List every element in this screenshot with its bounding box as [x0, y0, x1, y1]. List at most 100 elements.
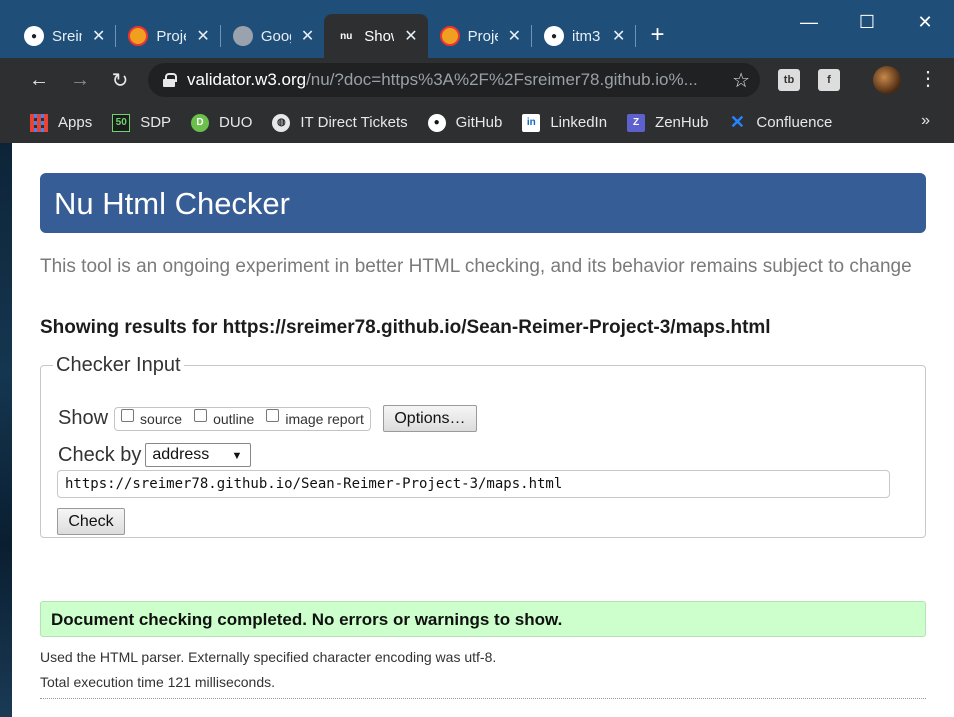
bookmark-sdp[interactable]: 50 SDP: [112, 113, 172, 132]
show-options-group: source outline image report: [114, 406, 371, 431]
url-path: /nu/?doc=https%3A%2F%2Fsreimer78.github.…: [306, 70, 698, 89]
options-button[interactable]: Options…: [382, 405, 477, 432]
success-message: Document checking completed. No errors o…: [40, 601, 926, 637]
tab-title: Project: [467, 27, 498, 45]
bookmark-star-icon[interactable]: ☆: [732, 68, 750, 93]
tab-project-1[interactable]: Project ✕: [116, 14, 219, 58]
close-icon[interactable]: ✕: [404, 26, 417, 46]
bookmark-label: GitHub: [455, 114, 503, 131]
check-by-row: Check by address ▼: [58, 443, 252, 467]
forward-arrow-icon[interactable]: →: [66, 66, 94, 94]
tb-extension-icon[interactable]: tb: [778, 69, 800, 91]
checker-input-fieldset: Checker Input Show source outline image …: [40, 354, 926, 538]
page-subtitle: This tool is an ongoing experiment in be…: [40, 256, 912, 277]
check-by-label: Check by: [58, 443, 142, 466]
checkbox-label: source: [140, 410, 183, 427]
tab-github-itm3[interactable]: ● itm3 ✕: [532, 14, 635, 58]
confluence-icon: ✕: [729, 112, 745, 132]
source-checkbox[interactable]: [121, 409, 135, 422]
url-host: validator.w3.org: [187, 70, 307, 89]
checker-input-legend: Checker Input: [56, 354, 181, 376]
nu-icon: nu: [340, 30, 353, 42]
back-arrow-icon[interactable]: ←: [25, 66, 53, 94]
project-icon: [128, 26, 149, 46]
check-button[interactable]: Check: [57, 508, 125, 535]
checkbox-label: image report: [285, 410, 364, 427]
close-icon[interactable]: ✕: [301, 26, 314, 46]
globe-icon: [232, 26, 253, 46]
reload-icon[interactable]: ↻: [106, 66, 134, 94]
lock-icon: [163, 73, 177, 87]
bookmark-label: DUO: [219, 114, 253, 131]
show-image-report-option[interactable]: image report: [266, 409, 364, 427]
tab-nu-checker[interactable]: nu Showing results ✕: [324, 14, 428, 58]
bookmarks-overflow-icon[interactable]: »: [921, 112, 930, 130]
close-icon[interactable]: ✕: [196, 26, 209, 46]
address-bar[interactable]: validator.w3.org /nu/?doc=https%3A%2F%2F…: [148, 63, 760, 97]
browser-menu-icon[interactable]: ⋮: [918, 66, 938, 91]
browser-toolbar: ← → ↻ validator.w3.org /nu/?doc=https%3A…: [0, 58, 954, 102]
results-heading: Showing results for https://sreimer78.gi…: [40, 317, 771, 338]
profile-avatar[interactable]: [873, 66, 901, 94]
checkbox-label: outline: [213, 410, 255, 427]
globe-icon: ◍: [272, 113, 291, 132]
project-icon: [439, 26, 460, 46]
close-icon[interactable]: ✕: [508, 26, 521, 46]
desktop-background: [0, 143, 12, 717]
bookmark-label: SDP: [140, 114, 172, 131]
parser-info: Used the HTML parser. Externally specifi…: [40, 649, 497, 665]
doc-url-input[interactable]: https://sreimer78.github.io/Sean-Reimer-…: [57, 470, 890, 498]
tab-title: Google: [260, 27, 291, 45]
bookmark-github[interactable]: ● GitHub: [427, 113, 503, 132]
zenhub-icon: Z: [627, 113, 646, 132]
tab-strip: ● Sreimer78 ✕ Project ✕ Google ✕ nu Show…: [12, 14, 664, 58]
show-label: Show: [58, 407, 109, 429]
apps-grid-icon: [30, 113, 48, 132]
github-icon: ●: [427, 113, 446, 132]
check-by-value: address: [152, 446, 210, 463]
window-close-icon[interactable]: ✕: [896, 0, 954, 44]
bookmark-label: Apps: [58, 114, 93, 131]
show-row: Show source outline image report Options…: [58, 405, 477, 432]
sdp-icon: 50: [112, 113, 131, 132]
tab-separator: [635, 25, 637, 47]
close-icon[interactable]: ✕: [92, 26, 105, 46]
tab-title: Project: [156, 27, 186, 45]
tab-github-sreimer[interactable]: ● Sreimer78 ✕: [12, 14, 115, 58]
bookmark-it-direct-tickets[interactable]: ◍ IT Direct Tickets: [272, 113, 408, 132]
page-content: Nu Html Checker This tool is an ongoing …: [12, 143, 954, 717]
bookmark-label: LinkedIn: [550, 114, 608, 131]
bookmark-label: Confluence: [756, 114, 833, 131]
bookmark-label: ZenHub: [655, 114, 709, 131]
maximize-icon[interactable]: ☐: [838, 0, 896, 44]
bookmark-zenhub[interactable]: Z ZenHub: [627, 113, 709, 132]
tab-google[interactable]: Google ✕: [221, 14, 324, 58]
duo-icon: D: [191, 113, 210, 132]
execution-time: Total execution time 121 milliseconds.: [40, 674, 276, 690]
github-icon: ●: [544, 26, 565, 46]
check-by-select[interactable]: address ▼: [145, 443, 252, 467]
tab-title: Showing results: [364, 27, 394, 45]
bookmark-linkedin[interactable]: in LinkedIn: [522, 113, 608, 132]
bookmark-confluence[interactable]: ✕ Confluence: [728, 112, 833, 132]
page-title: Nu Html Checker: [40, 173, 926, 233]
tab-title: Sreimer78: [52, 27, 82, 45]
tab-title: itm3: [572, 27, 601, 45]
bookmarks-bar: Apps 50 SDP D DUO ◍ IT Direct Tickets ● …: [0, 102, 954, 143]
chevron-down-icon: ▼: [231, 450, 243, 462]
bookmark-label: IT Direct Tickets: [300, 114, 408, 131]
minimize-icon[interactable]: —: [780, 0, 838, 44]
image-report-checkbox[interactable]: [266, 409, 280, 422]
facebook-extension-icon[interactable]: f: [818, 69, 840, 91]
linkedin-icon: in: [522, 113, 541, 132]
close-icon[interactable]: ✕: [612, 26, 625, 46]
outline-checkbox[interactable]: [194, 409, 208, 422]
tab-project-2[interactable]: Project ✕: [428, 14, 531, 58]
browser-titlebar: ● Sreimer78 ✕ Project ✕ Google ✕ nu Show…: [0, 0, 954, 58]
github-icon: ●: [24, 26, 44, 46]
show-outline-option[interactable]: outline: [194, 409, 255, 427]
show-source-option[interactable]: source: [121, 409, 183, 427]
bookmark-apps[interactable]: Apps: [30, 113, 93, 132]
bookmark-duo[interactable]: D DUO: [191, 113, 253, 132]
new-tab-button[interactable]: +: [650, 21, 664, 51]
